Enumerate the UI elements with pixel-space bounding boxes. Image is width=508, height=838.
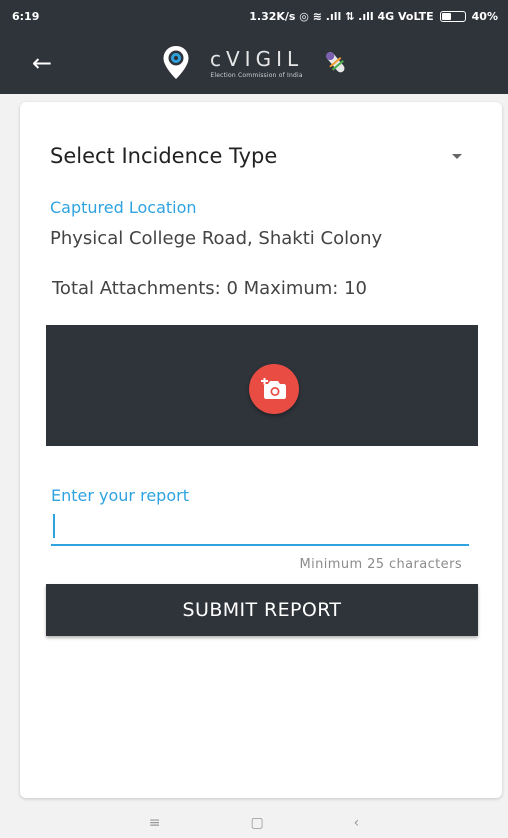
incidence-type-label: Select Incidence Type xyxy=(50,144,278,168)
status-indicators: 1.32K/s ◎ ≋ .ıll ⇅ .ıll 4G VoLTE xyxy=(249,9,434,23)
report-field-label: Enter your report xyxy=(51,486,189,505)
brand-subtitle: Election Commission of India xyxy=(210,71,303,79)
status-time: 6:19 xyxy=(12,9,40,23)
attachments-count: Total Attachments: 0 Maximum: 10 xyxy=(52,278,367,299)
dropdown-arrow-icon xyxy=(452,153,462,159)
inked-finger-icon xyxy=(326,52,345,73)
menu-icon[interactable]: ≡ xyxy=(149,815,161,831)
add-camera-icon xyxy=(261,378,286,399)
battery-icon xyxy=(439,10,466,22)
app-bar: ← cVIGIL Election Commission of India xyxy=(0,32,508,94)
battery-level: 40% xyxy=(471,9,498,23)
brand-name: cVIGIL xyxy=(210,46,304,71)
back-button[interactable]: ← xyxy=(28,50,56,78)
add-photo-button[interactable] xyxy=(249,364,299,414)
attachment-panel xyxy=(46,325,478,446)
report-card: Select Incidence Type Captured Location … xyxy=(20,102,502,798)
report-hint: Minimum 25 characters xyxy=(299,557,462,572)
system-nav-bar: ≡ ▢ ‹ xyxy=(0,808,508,838)
submit-report-button[interactable]: SUBMIT REPORT xyxy=(46,584,478,636)
location-pin-icon xyxy=(163,46,189,79)
nav-back-icon[interactable]: ‹ xyxy=(354,815,360,831)
status-bar: 6:19 1.32K/s ◎ ≋ .ıll ⇅ .ıll 4G VoLTE 40… xyxy=(0,0,508,32)
incidence-type-select[interactable]: Select Incidence Type xyxy=(50,140,470,172)
app-logo: cVIGIL Election Commission of India xyxy=(162,42,412,84)
status-indicators-group: 1.32K/s ◎ ≋ .ıll ⇅ .ıll 4G VoLTE 40% xyxy=(249,10,498,23)
home-icon[interactable]: ▢ xyxy=(250,815,263,831)
text-cursor xyxy=(53,514,55,538)
captured-location-value: Physical College Road, Shakti Colony xyxy=(50,228,383,249)
brand: cVIGIL Election Commission of India xyxy=(210,48,303,79)
arrow-left-icon: ← xyxy=(31,49,53,77)
report-input[interactable] xyxy=(51,508,469,546)
captured-location-label: Captured Location xyxy=(50,198,197,217)
